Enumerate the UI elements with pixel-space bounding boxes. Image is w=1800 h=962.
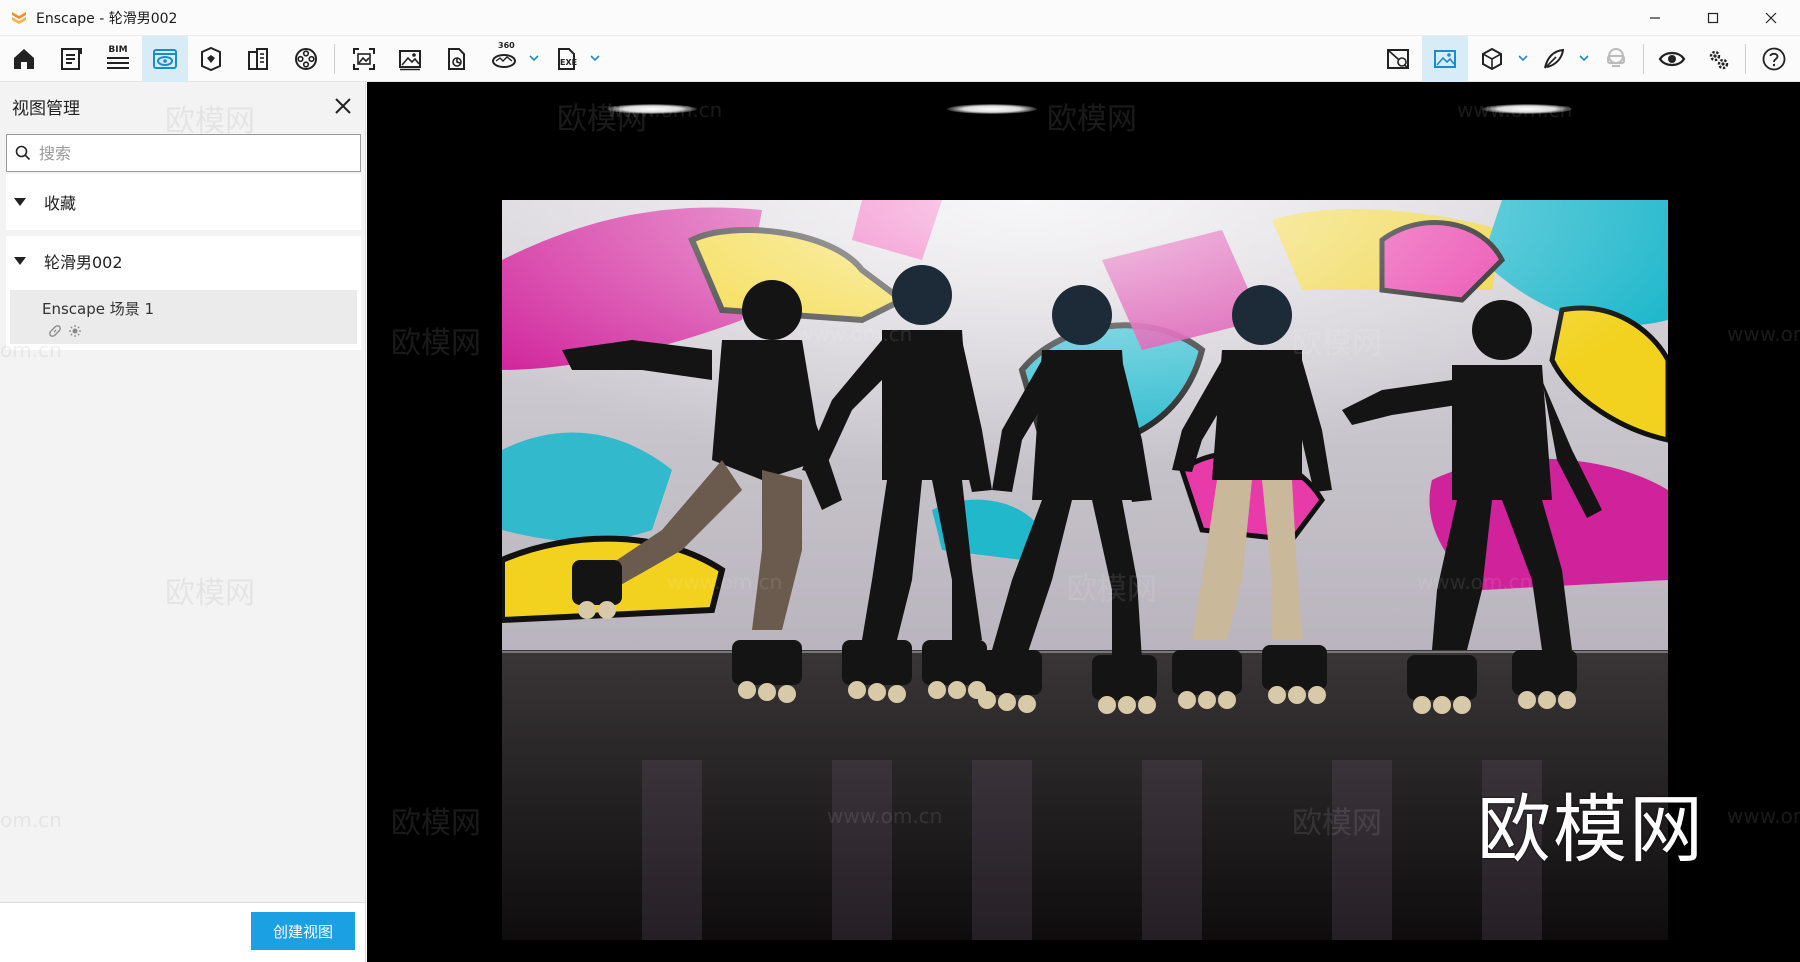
minimize-button[interactable] [1626, 0, 1684, 36]
bim-lines-icon [107, 57, 129, 69]
bim-label: BIM [108, 45, 128, 55]
close-panel-icon[interactable] [333, 96, 353, 116]
eye-icon [1658, 51, 1686, 67]
document-list-icon [61, 48, 82, 70]
render-viewport[interactable]: 欧模网 www.om.cn 欧模网 www.om.cn 欧模网 www.om.c… [367, 82, 1800, 962]
exe-label: EXE [560, 58, 578, 67]
batch-render-button[interactable] [388, 36, 432, 82]
export-file-button[interactable] [434, 36, 478, 82]
views-button[interactable] [142, 36, 188, 82]
watermark-text: 欧模网 [391, 806, 481, 841]
watermark-url: www.om.cn [1417, 570, 1533, 594]
main-toolbar: BIM 360 EXE [0, 36, 1800, 82]
project-header[interactable]: 轮滑男002 [6, 236, 361, 286]
maximize-icon [1707, 12, 1719, 24]
help-button[interactable] [1752, 36, 1796, 82]
view-eye-icon [153, 49, 177, 69]
watermark-url: www.om.cn [1457, 98, 1573, 122]
image-frame-icon [1434, 50, 1456, 68]
favorites-header[interactable]: 收藏 [6, 174, 361, 230]
sun-icon[interactable] [68, 324, 82, 338]
create-view-button[interactable]: 创建视图 [251, 912, 355, 950]
asset-library-button[interactable] [50, 36, 92, 82]
file-export-icon [448, 48, 465, 70]
panorama-label: 360 [498, 41, 515, 50]
favorites-section: 收藏 [6, 174, 361, 230]
enscape-window: Enscape - 轮滑男002 BIM 360 EXE 视图管理 搜索 收藏 … [0, 0, 1800, 962]
search-icon [15, 145, 31, 161]
help-question-icon [1762, 47, 1786, 71]
watermark-url: www.om.cn [607, 98, 723, 122]
watermark-text: 欧模网 [1067, 572, 1157, 607]
feather-dropdown-chevron-icon[interactable] [1579, 53, 1589, 63]
watermark-url: www.om.cn [1727, 322, 1800, 346]
watermark-url: www.om.cn [1727, 804, 1800, 828]
cube-dropdown-chevron-icon[interactable] [1518, 53, 1528, 63]
material-cube-button[interactable] [1470, 36, 1514, 82]
vr-headset-icon [1607, 48, 1625, 67]
title-bar: Enscape - 轮滑男002 [0, 0, 1800, 36]
gears-icon [1709, 50, 1729, 70]
site-context-button[interactable] [190, 36, 232, 82]
ceiling-light [947, 104, 1037, 114]
export-exe-button[interactable]: EXE [544, 36, 588, 82]
watermark-text: 欧模网 [391, 326, 481, 361]
watermark-url: om.cn [0, 808, 62, 832]
close-window-button[interactable] [1742, 0, 1800, 36]
panel-footer: 创建视图 [0, 902, 365, 962]
window-title: Enscape - 轮滑男002 [36, 10, 178, 27]
feather-leaf-icon [1544, 48, 1565, 69]
building-button[interactable] [236, 36, 280, 82]
watermark-url: www.om.cn [827, 804, 943, 828]
watermark-text: 欧模网 [165, 104, 255, 139]
feather-button[interactable] [1532, 36, 1576, 82]
exe-dropdown-chevron-icon[interactable] [590, 53, 600, 63]
cube-icon [1482, 47, 1502, 71]
watermark-url: www.om.cn [797, 322, 913, 346]
home-button[interactable] [4, 36, 44, 82]
watermark-text: 欧模网 [1292, 806, 1382, 841]
film-reel-icon [295, 48, 317, 70]
home-icon [14, 49, 34, 69]
vr-headset-button[interactable] [1594, 36, 1638, 82]
panel-title: 视图管理 [12, 99, 80, 119]
view-list-item[interactable]: Enscape 场景 1 [10, 290, 357, 344]
watermark-url: www.om.cn [667, 570, 783, 594]
favorites-label: 收藏 [44, 194, 77, 213]
maximize-button[interactable] [1684, 0, 1742, 36]
enscape-logo-icon [12, 11, 26, 24]
map-pin-off-icon [1387, 49, 1409, 69]
visual-settings-button[interactable] [1650, 36, 1694, 82]
bim-button[interactable]: BIM [96, 36, 140, 82]
panorama-dropdown-chevron-icon[interactable] [529, 53, 539, 63]
project-section: 轮滑男002 Enscape 场景 1 [6, 236, 361, 350]
view-name: Enscape 场景 1 [42, 300, 155, 318]
collapse-triangle-icon [14, 198, 26, 206]
watermark-text: 欧模网 [1292, 326, 1382, 361]
toolbar-separator [1745, 44, 1746, 74]
image-gallery-icon [399, 50, 421, 71]
watermark-text: 欧模网 [1047, 102, 1137, 137]
toolbar-separator [334, 44, 335, 74]
watermark-logo-text: 欧模网 [1477, 787, 1705, 873]
panorama-button[interactable]: 360 [482, 36, 526, 82]
capture-image-icon [353, 48, 375, 70]
map-off-button[interactable] [1376, 36, 1420, 82]
close-icon [1765, 12, 1777, 24]
screenshot-button[interactable] [342, 36, 386, 82]
minimize-icon [1650, 17, 1660, 19]
watermark-url: om.cn [0, 338, 62, 362]
safe-frame-button[interactable] [1422, 36, 1468, 82]
building-icon [248, 48, 268, 70]
shield-map-icon [201, 46, 221, 72]
collapse-triangle-icon [14, 257, 26, 265]
toolbar-separator [1643, 44, 1644, 74]
search-input[interactable] [39, 143, 339, 163]
project-label: 轮滑男002 [44, 253, 123, 272]
video-editor-button[interactable] [284, 36, 328, 82]
watermark-text: 欧模网 [165, 576, 255, 611]
link-icon[interactable] [48, 324, 62, 338]
general-settings-button[interactable] [1696, 36, 1740, 82]
